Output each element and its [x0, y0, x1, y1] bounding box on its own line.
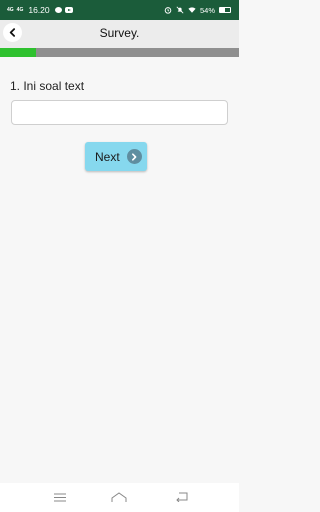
system-back-button[interactable]	[174, 490, 190, 504]
status-time: 16.20	[28, 5, 50, 15]
chat-icon	[54, 7, 62, 13]
answer-input[interactable]	[11, 100, 228, 125]
survey-progress-bar	[0, 48, 239, 57]
wifi-icon	[188, 7, 196, 13]
youtube-icon	[64, 7, 73, 13]
page-title: Survey.	[99, 26, 140, 40]
status-left: 4G 4G 16.20	[7, 4, 73, 16]
status-bar: 4G 4G 16.20 54%	[0, 0, 239, 20]
network-indicator-2: 4G	[16, 6, 24, 13]
battery-level	[220, 8, 226, 12]
next-button-label: Next	[95, 149, 120, 164]
menu-button[interactable]	[52, 490, 68, 504]
battery-percentage: 54%	[199, 5, 215, 15]
status-right: 54%	[164, 4, 231, 16]
alarm-icon	[164, 7, 172, 14]
mute-icon	[176, 6, 184, 14]
back-icon	[176, 492, 188, 502]
system-nav-bar	[0, 483, 239, 512]
survey-progress-fill	[0, 48, 36, 57]
menu-icon	[54, 493, 66, 501]
network-indicator-1: 4G	[7, 6, 14, 13]
chevron-right-icon	[126, 149, 142, 164]
home-button[interactable]	[111, 490, 127, 504]
home-icon	[111, 491, 127, 502]
next-button[interactable]: Next	[85, 142, 147, 171]
app-bar: Survey.	[0, 20, 239, 48]
battery-icon	[219, 7, 231, 13]
question-text: 1. Ini soal text	[10, 79, 85, 93]
